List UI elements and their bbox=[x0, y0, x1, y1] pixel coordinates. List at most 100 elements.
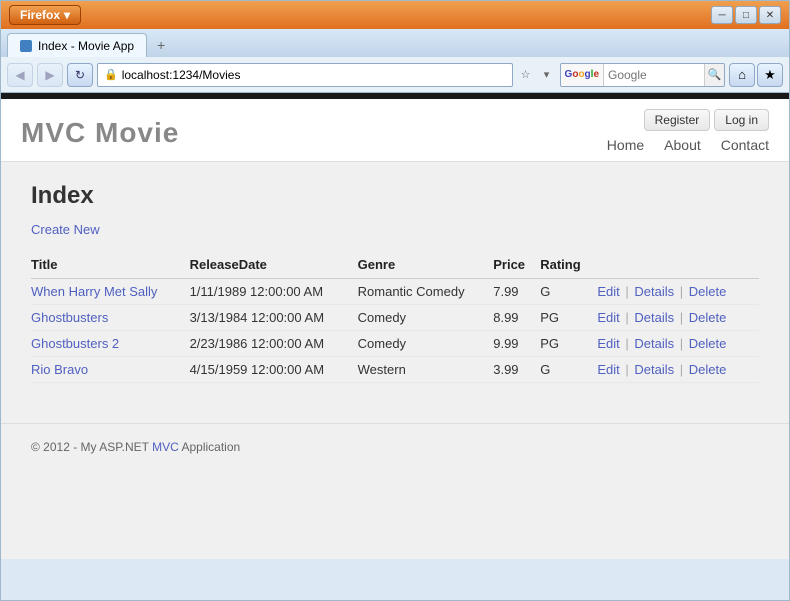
bookmark-down-icon[interactable]: ▾ bbox=[538, 66, 556, 84]
new-tab-icon: + bbox=[157, 37, 165, 53]
refresh-icon: ↻ bbox=[75, 68, 85, 82]
create-new-link[interactable]: Create New bbox=[31, 222, 100, 237]
site-content: Index Create New Title ReleaseDate Genre… bbox=[1, 162, 789, 403]
movie-title-link[interactable]: Ghostbusters 2 bbox=[31, 336, 119, 351]
movie-title-link[interactable]: When Harry Met Sally bbox=[31, 284, 157, 299]
close-icon: ✕ bbox=[766, 10, 774, 21]
col-header-title: Title bbox=[31, 253, 190, 279]
footer-copyright: © 2012 - My ASP.NET bbox=[31, 440, 149, 454]
lock-icon: 🔒 bbox=[104, 68, 118, 81]
firefox-menu-button[interactable]: Firefox ▾ bbox=[9, 5, 81, 25]
forward-button[interactable]: ▶ bbox=[37, 63, 63, 87]
movie-genre-cell: Western bbox=[358, 357, 494, 383]
table-row: Ghostbusters 2 2/23/1986 12:00:00 AM Com… bbox=[31, 331, 759, 357]
details-link[interactable]: Details bbox=[634, 310, 674, 325]
separator-2: | bbox=[680, 284, 687, 299]
col-header-price: Price bbox=[493, 253, 540, 279]
firefox-label: Firefox bbox=[20, 8, 60, 22]
details-link[interactable]: Details bbox=[634, 362, 674, 377]
register-button[interactable]: Register bbox=[644, 109, 711, 131]
search-go-button[interactable]: 🔍 bbox=[704, 64, 724, 86]
movie-rating-cell: PG bbox=[540, 331, 597, 357]
col-header-genre: Genre bbox=[358, 253, 494, 279]
home-icon: ⌂ bbox=[738, 67, 746, 82]
active-tab[interactable]: Index - Movie App bbox=[7, 33, 147, 57]
action-links: Edit | Details | Delete bbox=[597, 284, 726, 299]
movie-rating-cell: G bbox=[540, 279, 597, 305]
separator-1: | bbox=[625, 284, 632, 299]
movie-release-cell: 1/11/1989 12:00:00 AM bbox=[190, 279, 358, 305]
table-row: When Harry Met Sally 1/11/1989 12:00:00 … bbox=[31, 279, 759, 305]
address-bar-input[interactable]: 🔒 localhost:1234/Movies bbox=[97, 63, 513, 87]
back-button[interactable]: ◀ bbox=[7, 63, 33, 87]
details-link[interactable]: Details bbox=[634, 284, 674, 299]
edit-link[interactable]: Edit bbox=[597, 362, 619, 377]
minimize-button[interactable]: ─ bbox=[711, 6, 733, 24]
bookmark-star-icon[interactable]: ☆ bbox=[517, 66, 535, 84]
col-header-rating: Rating bbox=[540, 253, 597, 279]
page-title: Index bbox=[31, 182, 759, 210]
google-search-icon: Google bbox=[561, 64, 604, 86]
search-glass-icon: 🔍 bbox=[708, 68, 722, 81]
separator-2: | bbox=[680, 336, 687, 351]
delete-link[interactable]: Delete bbox=[689, 284, 727, 299]
close-button[interactable]: ✕ bbox=[759, 6, 781, 24]
movie-price-cell: 3.99 bbox=[493, 357, 540, 383]
tab-favicon bbox=[20, 40, 32, 52]
delete-link[interactable]: Delete bbox=[689, 336, 727, 351]
movie-actions-cell: Edit | Details | Delete bbox=[597, 357, 759, 383]
nav-contact[interactable]: Contact bbox=[721, 137, 769, 153]
maximize-button[interactable]: □ bbox=[735, 6, 757, 24]
edit-link[interactable]: Edit bbox=[597, 336, 619, 351]
back-icon: ◀ bbox=[15, 68, 24, 82]
movie-rating-cell: PG bbox=[540, 305, 597, 331]
movie-actions-cell: Edit | Details | Delete bbox=[597, 331, 759, 357]
footer-mvc-link[interactable]: MVC bbox=[152, 440, 179, 454]
movie-price-cell: 7.99 bbox=[493, 279, 540, 305]
auth-buttons: Register Log in bbox=[644, 109, 769, 131]
movie-title-link[interactable]: Rio Bravo bbox=[31, 362, 88, 377]
movie-price-cell: 9.99 bbox=[493, 331, 540, 357]
footer-text: © 2012 - My ASP.NET MVC Application bbox=[31, 440, 759, 454]
movie-genre-cell: Romantic Comedy bbox=[358, 279, 494, 305]
footer-suffix: Application bbox=[181, 440, 240, 454]
movie-actions-cell: Edit | Details | Delete bbox=[597, 305, 759, 331]
new-tab-button[interactable]: + bbox=[151, 35, 171, 55]
header-right: Register Log in Home About Contact bbox=[607, 109, 769, 161]
edit-link[interactable]: Edit bbox=[597, 310, 619, 325]
site-footer: © 2012 - My ASP.NET MVC Application bbox=[1, 423, 789, 470]
forward-icon: ▶ bbox=[45, 68, 54, 82]
nav-home[interactable]: Home bbox=[607, 137, 644, 153]
edit-link[interactable]: Edit bbox=[597, 284, 619, 299]
details-link[interactable]: Details bbox=[634, 336, 674, 351]
home-toolbar-button[interactable]: ⌂ bbox=[729, 63, 755, 87]
movie-title-cell: When Harry Met Sally bbox=[31, 279, 190, 305]
movie-genre-cell: Comedy bbox=[358, 305, 494, 331]
delete-link[interactable]: Delete bbox=[689, 362, 727, 377]
movies-table: Title ReleaseDate Genre Price Rating Whe… bbox=[31, 253, 759, 383]
site-logo: MVC Movie bbox=[21, 109, 179, 157]
separator-2: | bbox=[680, 362, 687, 377]
extensions-button[interactable]: ★ bbox=[757, 63, 783, 87]
separator-2: | bbox=[680, 310, 687, 325]
nav-about[interactable]: About bbox=[664, 137, 701, 153]
col-header-actions bbox=[597, 253, 759, 279]
search-input[interactable] bbox=[604, 68, 704, 82]
login-button[interactable]: Log in bbox=[714, 109, 769, 131]
movie-genre-cell: Comedy bbox=[358, 331, 494, 357]
delete-link[interactable]: Delete bbox=[689, 310, 727, 325]
main-nav: Home About Contact bbox=[607, 137, 769, 161]
movie-release-cell: 3/13/1984 12:00:00 AM bbox=[190, 305, 358, 331]
movie-title-cell: Rio Bravo bbox=[31, 357, 190, 383]
col-header-release: ReleaseDate bbox=[190, 253, 358, 279]
movie-title-cell: Ghostbusters 2 bbox=[31, 331, 190, 357]
search-box[interactable]: Google 🔍 bbox=[560, 63, 725, 87]
refresh-button[interactable]: ↻ bbox=[67, 63, 93, 87]
movie-release-cell: 2/23/1986 12:00:00 AM bbox=[190, 331, 358, 357]
table-row: Ghostbusters 3/13/1984 12:00:00 AM Comed… bbox=[31, 305, 759, 331]
separator-1: | bbox=[625, 362, 632, 377]
table-row: Rio Bravo 4/15/1959 12:00:00 AM Western … bbox=[31, 357, 759, 383]
movie-price-cell: 8.99 bbox=[493, 305, 540, 331]
movie-title-link[interactable]: Ghostbusters bbox=[31, 310, 108, 325]
separator-1: | bbox=[625, 336, 632, 351]
